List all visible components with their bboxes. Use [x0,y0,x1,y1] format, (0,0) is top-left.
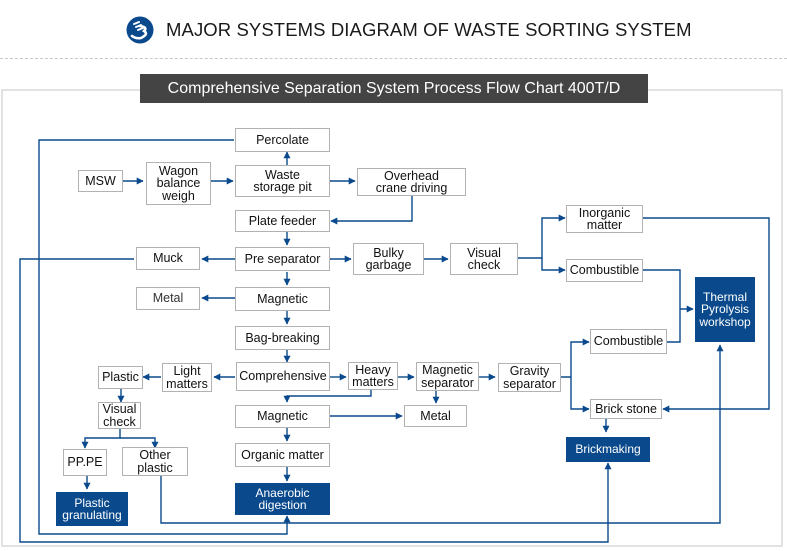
node-muck: Muck [136,247,200,270]
node-percolate: Percolate [235,128,330,152]
node-other-plastic: Other plastic [122,447,188,476]
node-wagon-balance: Wagon balance weigh [146,162,211,205]
node-inorganic-matter: Inorganic matter [566,205,643,233]
node-gravity-separator: Gravity separator [498,363,561,392]
node-msw: MSW [78,170,123,192]
node-bag-breaking: Bag-breaking [235,326,330,350]
node-plate-feeder: Plate feeder [235,210,330,232]
node-light-matters: Light matters [162,363,212,392]
node-magnetic-2: Magnetic [235,405,330,428]
node-visual-check-2: Visual check [98,402,141,429]
arrow-crane-to-feeder [330,196,413,225]
node-brickmaking: Brickmaking [566,437,650,462]
node-overhead-crane: Overhead crane driving [357,168,466,196]
node-comprehensive: Comprehensive [236,362,330,391]
node-combustible-2: Combustible [590,329,667,354]
node-brick-stone: Brick stone [590,399,662,419]
node-metal-2: Metal [404,405,467,427]
node-magnetic: Magnetic [235,287,330,311]
node-heavy-matters: Heavy matters [348,362,398,390]
node-organic-matter: Organic matter [235,443,330,467]
arrow-visual-to-combustible [541,258,566,274]
flow-connectors [19,139,770,543]
arrow-heavy-to-magnetic [283,390,372,403]
node-metal: Metal [136,287,200,310]
arrow-visual-to-ppe [81,429,121,449]
node-plastic: Plastic [98,366,143,389]
node-thermal-pyrolysis: Thermal Pyrolysis workshop [695,277,755,342]
node-combustible: Combustible [566,259,643,282]
node-pre-separator: Pre separator [235,247,330,271]
arrow-gravity-to-combustible [561,338,590,378]
node-visual-check: Visual check [450,243,518,275]
node-waste-storage-pit: Waste storage pit [235,165,330,197]
node-pp-pe: PP.PE [63,449,107,476]
node-plastic-granulating: Plastic granulating [56,492,128,526]
arrow-gravity-to-brickstone [570,377,590,413]
node-bulky-garbage: Bulky garbage [353,243,424,275]
node-anaerobic-digestion: Anaerobic digestion [235,483,330,515]
arrow-visual-to-inorganic [518,214,566,259]
node-magnetic-separator: Magnetic separator [416,362,479,391]
